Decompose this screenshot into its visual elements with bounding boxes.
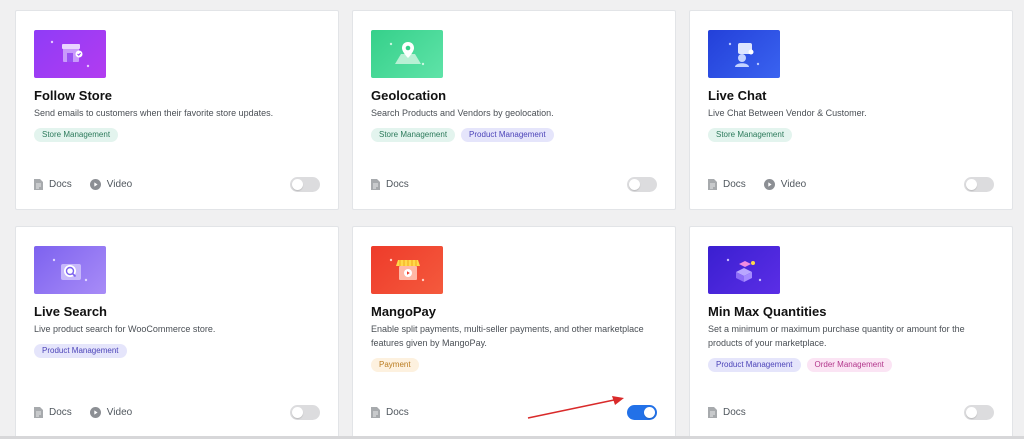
video-label: Video xyxy=(780,178,807,190)
docs-label: Docs xyxy=(49,178,72,190)
module-tags: Store Management xyxy=(708,128,995,142)
tag-store-management: Store Management xyxy=(371,128,456,142)
module-card-min-max-quantities: Min Max Quantities Set a minimum or maxi… xyxy=(689,226,1013,438)
module-title: MangoPay xyxy=(371,304,437,319)
video-link[interactable]: Video xyxy=(763,178,807,190)
video-link[interactable]: Video xyxy=(89,178,133,190)
module-description: Enable split payments, multi-seller paym… xyxy=(371,324,644,348)
tag-store-management: Store Management xyxy=(708,128,793,142)
module-toggle[interactable] xyxy=(964,404,994,420)
docs-label: Docs xyxy=(386,406,409,418)
play-icon xyxy=(763,178,775,190)
module-title: Live Chat xyxy=(708,88,767,103)
document-icon xyxy=(708,406,717,418)
module-footer: Docs xyxy=(371,404,657,420)
shop-payment-icon xyxy=(389,258,425,282)
tag-store-management: Store Management xyxy=(34,128,119,142)
module-title: Geolocation xyxy=(371,88,447,103)
document-icon xyxy=(371,178,380,190)
document-icon xyxy=(34,406,43,418)
module-thumbnail xyxy=(34,30,106,78)
play-icon xyxy=(89,406,101,418)
docs-label: Docs xyxy=(723,178,746,190)
module-thumbnail xyxy=(371,30,443,78)
module-tags: Store Management Product Management xyxy=(371,128,658,142)
document-icon xyxy=(34,178,43,190)
module-thumbnail xyxy=(708,246,780,294)
tag-product-management: Product Management xyxy=(461,128,554,142)
docs-link[interactable]: Docs xyxy=(34,178,72,190)
module-footer: Docs xyxy=(371,176,657,192)
module-thumbnail xyxy=(708,30,780,78)
module-toggle[interactable] xyxy=(627,404,657,420)
module-tags: Product Management xyxy=(34,344,321,358)
module-toggle[interactable] xyxy=(964,176,994,192)
module-tags: Product Management Order Management xyxy=(708,358,995,372)
module-description: Send emails to customers when their favo… xyxy=(34,108,274,118)
modules-grid: Follow Store Send emails to customers wh… xyxy=(15,10,1013,438)
module-tags: Store Management xyxy=(34,128,321,142)
tag-payment: Payment xyxy=(371,358,419,372)
module-card-mangopay: MangoPay Enable split payments, multi-se… xyxy=(352,226,676,438)
module-title: Follow Store xyxy=(34,88,112,103)
module-card-geolocation: Geolocation Search Products and Vendors … xyxy=(352,10,676,210)
module-footer: Docs Video xyxy=(34,176,320,192)
module-description: Search Products and Vendors by geolocati… xyxy=(371,108,554,118)
docs-label: Docs xyxy=(386,178,409,190)
module-title: Min Max Quantities xyxy=(708,304,827,319)
video-link[interactable]: Video xyxy=(89,406,133,418)
docs-link[interactable]: Docs xyxy=(34,406,72,418)
docs-label: Docs xyxy=(723,406,746,418)
module-card-live-search: Live Search Live product search for WooC… xyxy=(15,226,339,438)
module-footer: Docs Video xyxy=(34,404,320,420)
module-description: Live Chat Between Vendor & Customer. xyxy=(708,108,867,118)
video-label: Video xyxy=(106,178,133,190)
module-toggle[interactable] xyxy=(627,176,657,192)
module-footer: Docs xyxy=(708,404,994,420)
chat-user-icon xyxy=(728,42,760,67)
storefront-icon xyxy=(50,40,90,68)
module-toggle[interactable] xyxy=(290,404,320,420)
module-description: Set a minimum or maximum purchase quanti… xyxy=(708,324,965,348)
tag-product-management: Product Management xyxy=(34,344,127,358)
document-icon xyxy=(708,178,717,190)
document-icon xyxy=(371,406,380,418)
docs-link[interactable]: Docs xyxy=(708,178,746,190)
module-toggle[interactable] xyxy=(290,176,320,192)
video-label: Video xyxy=(106,406,133,418)
map-pin-icon xyxy=(389,42,425,66)
play-icon xyxy=(89,178,101,190)
module-footer: Docs Video xyxy=(708,176,994,192)
module-thumbnail xyxy=(34,246,106,294)
module-card-follow-store: Follow Store Send emails to customers wh… xyxy=(15,10,339,210)
module-title: Live Search xyxy=(34,304,107,319)
tag-order-management: Order Management xyxy=(806,358,892,372)
search-icon xyxy=(52,258,88,282)
module-description: Live product search for WooCommerce stor… xyxy=(34,324,216,334)
docs-link[interactable]: Docs xyxy=(708,406,746,418)
tag-product-management: Product Management xyxy=(708,358,801,372)
boxes-icon xyxy=(726,258,762,282)
module-tags: Payment xyxy=(371,358,658,372)
docs-link[interactable]: Docs xyxy=(371,406,409,418)
docs-label: Docs xyxy=(49,406,72,418)
module-card-live-chat: Live Chat Live Chat Between Vendor & Cus… xyxy=(689,10,1013,210)
module-thumbnail xyxy=(371,246,443,294)
docs-link[interactable]: Docs xyxy=(371,178,409,190)
